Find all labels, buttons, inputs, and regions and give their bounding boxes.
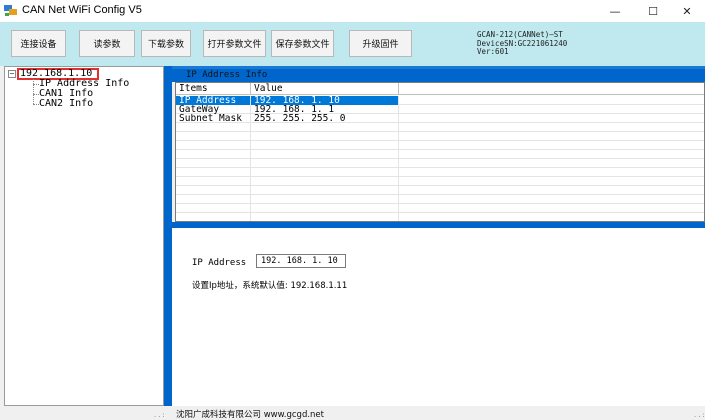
status-bar: ..: 沈阳广成科技有限公司 www.gcgd.net ..: xyxy=(0,406,705,420)
table-row xyxy=(176,123,704,132)
row-value: 192. 168. 1. 1 xyxy=(251,105,399,114)
title-bar: CAN Net WiFi Config V5 — ☐ ✕ xyxy=(0,0,705,22)
ip-address-input[interactable] xyxy=(256,254,346,268)
table-row[interactable]: Subnet Mask 255. 255. 255. 0 xyxy=(176,114,704,123)
tree-collapse-toggle[interactable]: − xyxy=(8,70,16,78)
table-row[interactable]: GateWay 192. 168. 1. 1 xyxy=(176,105,704,114)
maximize-button[interactable]: ☐ xyxy=(635,0,671,22)
table-row xyxy=(176,132,704,141)
tree-connector xyxy=(33,79,34,104)
tree-item-can2-info[interactable]: CAN2 Info xyxy=(39,99,93,109)
status-company-text: 沈阳广成科技有限公司 www.gcgd.net xyxy=(176,410,324,420)
resize-grip-icon: ..: xyxy=(153,411,166,419)
row-item: GateWay xyxy=(176,105,251,114)
column-header-items[interactable]: Items xyxy=(176,83,251,95)
table-row xyxy=(176,204,704,213)
edit-form: IP Address 设置Ip地址，系统默认值: 192.168.1.11 xyxy=(172,228,705,406)
resize-grip-icon[interactable]: ..: xyxy=(693,411,705,419)
row-value: 192. 168. 1. 10 xyxy=(251,96,399,105)
row-item: Subnet Mask xyxy=(176,114,251,123)
toolbar: 连接设备 读参数 下载参数 打开参数文件 保存参数文件 升级固件 GCAN-21… xyxy=(0,22,705,66)
read-params-button[interactable]: 读参数 xyxy=(79,30,135,57)
open-param-file-button[interactable]: 打开参数文件 xyxy=(203,30,266,57)
upgrade-firmware-button[interactable]: 升级固件 xyxy=(349,30,412,57)
network-config-icon xyxy=(4,5,17,16)
ip-address-description: 设置Ip地址，系统默认值: 192.168.1.11 xyxy=(192,281,348,291)
panel-header: IP Address Info xyxy=(172,69,705,82)
window-title: CAN Net WiFi Config V5 xyxy=(22,4,142,16)
row-item: IP Address xyxy=(176,96,251,105)
table-row xyxy=(176,177,704,186)
ip-address-label: IP Address xyxy=(192,258,247,268)
table-row xyxy=(176,186,704,195)
table-row xyxy=(176,195,704,204)
device-tree: − 192.168.1.10 IP Address Info CAN1 Info… xyxy=(4,66,164,406)
panel-title: IP Address Info xyxy=(186,70,268,80)
column-header-value[interactable]: Value xyxy=(251,83,399,95)
table-row xyxy=(176,150,704,159)
close-button[interactable]: ✕ xyxy=(669,0,705,22)
connect-device-button[interactable]: 连接设备 xyxy=(11,30,66,57)
grid-header: Items Value xyxy=(176,83,704,95)
table-row xyxy=(176,141,704,150)
panel-splitter[interactable] xyxy=(164,66,172,406)
table-row xyxy=(176,168,704,177)
minimize-button[interactable]: — xyxy=(597,0,633,22)
info-grid: Items Value IP Address 192. 168. 1. 10 G… xyxy=(175,82,705,222)
device-info: GCAN-212(CANNet)—ST DeviceSN:GC221061240 V… xyxy=(477,30,567,57)
table-row[interactable]: IP Address 192. 168. 1. 10 xyxy=(176,96,704,105)
row-value: 255. 255. 255. 0 xyxy=(251,114,399,123)
save-param-file-button[interactable]: 保存参数文件 xyxy=(271,30,334,57)
download-params-button[interactable]: 下载参数 xyxy=(141,30,191,57)
table-row xyxy=(176,213,704,221)
device-version: Ver:601 xyxy=(477,47,509,56)
table-row xyxy=(176,159,704,168)
